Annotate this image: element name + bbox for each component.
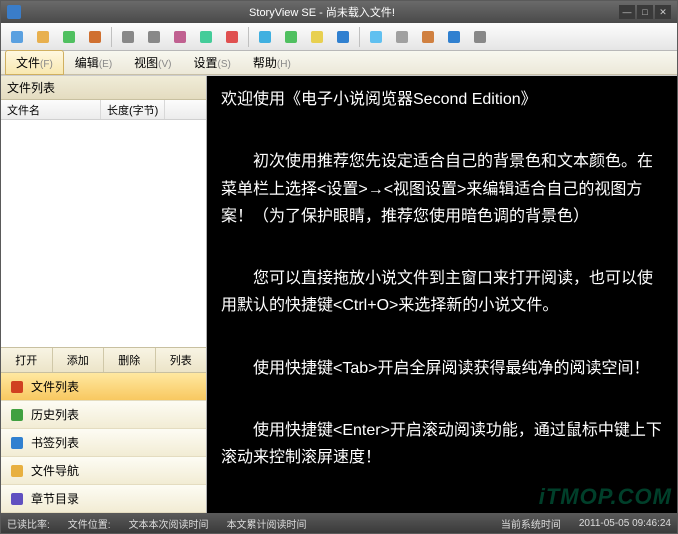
- reader-line: [221, 388, 663, 415]
- reader-pane[interactable]: 欢迎使用《电子小说阅览器Second Edition》 初次使用推荐您先设定适合…: [207, 76, 677, 513]
- main-toolbar: [1, 23, 677, 51]
- col-filename[interactable]: 文件名: [1, 100, 101, 119]
- left-btn-删除[interactable]: 删除: [104, 348, 156, 372]
- left-btn-打开[interactable]: 打开: [1, 348, 53, 372]
- nav-list: 文件列表历史列表书签列表文件导航章节目录: [1, 372, 206, 513]
- reader-line: 使用快捷键<Tab>开启全屏阅读获得最纯净的阅读空间！: [221, 355, 663, 382]
- close-button[interactable]: ✕: [655, 5, 671, 19]
- nav-label: 书签列表: [31, 434, 79, 451]
- reader-line: [221, 326, 663, 353]
- left-button-row: 打开添加删除列表: [1, 347, 206, 372]
- file-grid-body[interactable]: [1, 120, 206, 347]
- toolbar-flag-icon[interactable]: [220, 26, 244, 48]
- toolbar-print-icon[interactable]: [168, 26, 192, 48]
- reader-line: 使用快捷键<Enter>开启滚动阅读功能，通过鼠标中键上下滚动来控制滚屏速度！: [221, 417, 663, 471]
- reader-line: [221, 236, 663, 263]
- nav-item-书签列表[interactable]: 书签列表: [1, 429, 206, 457]
- toolbar-copy-icon[interactable]: [194, 26, 218, 48]
- toolbar-page2-icon[interactable]: [442, 26, 466, 48]
- menu-设置[interactable]: 设置(S): [183, 50, 242, 75]
- menu-编辑[interactable]: 编辑(E): [64, 50, 123, 75]
- reader-line: 欢迎使用《电子小说阅览器Second Edition》: [221, 86, 663, 113]
- toolbar-open-icon[interactable]: [5, 26, 29, 48]
- nav-icon: [9, 491, 25, 507]
- status-bar: 已读比率: 文件位置: 文本本次阅读时间 本文累计阅读时间 当前系统时间 201…: [1, 513, 677, 533]
- nav-icon: [9, 463, 25, 479]
- left-btn-列表[interactable]: 列表: [156, 348, 207, 372]
- app-window: StoryView SE - 尚未载入文件! — □ ✕ 文件(F)编辑(E)视…: [0, 0, 678, 534]
- toolbar-refresh-icon[interactable]: [57, 26, 81, 48]
- nav-item-文件列表[interactable]: 文件列表: [1, 373, 206, 401]
- nav-icon: [9, 407, 25, 423]
- left-panel: 文件列表 文件名 长度(字节) 打开添加删除列表 文件列表历史列表书签列表文件导…: [1, 76, 207, 513]
- panel-title: 文件列表: [1, 76, 206, 100]
- reader-line: 初次使用推荐您先设定适合自己的背景色和文本颜色。在菜单栏上选择<设置>→<视图设…: [221, 148, 663, 230]
- main-body: 文件列表 文件名 长度(字节) 打开添加删除列表 文件列表历史列表书签列表文件导…: [1, 75, 677, 513]
- nav-label: 历史列表: [31, 406, 79, 423]
- toolbar-book-icon[interactable]: [416, 26, 440, 48]
- menu-文件[interactable]: 文件(F): [5, 50, 64, 75]
- app-icon: [7, 5, 21, 19]
- nav-icon: [9, 435, 25, 451]
- status-total-time: 本文累计阅读时间: [227, 516, 307, 531]
- toolbar-transfer-icon[interactable]: [253, 26, 277, 48]
- toolbar-save-icon[interactable]: [331, 26, 355, 48]
- nav-item-历史列表[interactable]: 历史列表: [1, 401, 206, 429]
- nav-item-章节目录[interactable]: 章节目录: [1, 485, 206, 513]
- menu-bar: 文件(F)编辑(E)视图(V)设置(S)帮助(H): [1, 51, 677, 75]
- reader-line: [221, 119, 663, 146]
- status-systime-value: 2011-05-05 09:46:24: [579, 518, 671, 529]
- col-length[interactable]: 长度(字节): [101, 100, 165, 119]
- status-systime-label: 当前系统时间: [501, 516, 561, 531]
- toolbar-back-icon[interactable]: [116, 26, 140, 48]
- reader-line: 您可以直接拖放小说文件到主窗口来打开阅读，也可以使用默认的快捷键<Ctrl+O>…: [221, 265, 663, 319]
- nav-label: 文件列表: [31, 378, 79, 395]
- toolbar-forward-icon[interactable]: [142, 26, 166, 48]
- file-grid-header: 文件名 长度(字节): [1, 100, 206, 120]
- nav-item-文件导航[interactable]: 文件导航: [1, 457, 206, 485]
- title-bar: StoryView SE - 尚未载入文件! — □ ✕: [1, 1, 677, 23]
- toolbar-folder-icon[interactable]: [31, 26, 55, 48]
- maximize-button[interactable]: □: [637, 5, 653, 19]
- toolbar-photo-icon[interactable]: [364, 26, 388, 48]
- left-btn-添加[interactable]: 添加: [53, 348, 105, 372]
- nav-label: 文件导航: [31, 462, 79, 479]
- status-file-pos: 文件位置:: [68, 516, 111, 531]
- menu-视图[interactable]: 视图(V): [123, 50, 182, 75]
- minimize-button[interactable]: —: [619, 5, 635, 19]
- nav-label: 章节目录: [31, 490, 79, 507]
- window-title: StoryView SE - 尚未载入文件!: [27, 4, 617, 20]
- status-read-rate: 已读比率:: [7, 516, 50, 531]
- nav-icon: [9, 379, 25, 395]
- toolbar-film-icon[interactable]: [390, 26, 414, 48]
- toolbar-apple-icon[interactable]: [468, 26, 492, 48]
- toolbar-page-icon[interactable]: [305, 26, 329, 48]
- toolbar-cycle-icon[interactable]: [279, 26, 303, 48]
- toolbar-grid-icon[interactable]: [83, 26, 107, 48]
- status-session-time: 文本本次阅读时间: [129, 516, 209, 531]
- menu-帮助[interactable]: 帮助(H): [242, 50, 302, 75]
